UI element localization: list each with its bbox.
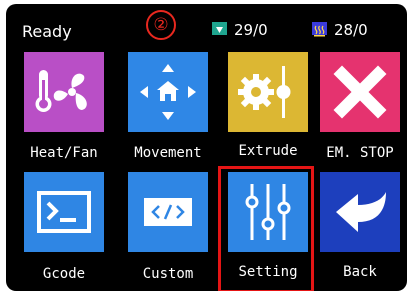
extruder-gear-icon bbox=[228, 52, 308, 132]
movement-button[interactable] bbox=[128, 52, 208, 132]
code-tag-icon bbox=[128, 172, 208, 252]
emergency-stop-button[interactable] bbox=[320, 52, 400, 132]
terminal-icon bbox=[24, 172, 104, 252]
status-bar: Ready ② 29/0 28/0 bbox=[6, 4, 407, 48]
close-x-icon bbox=[320, 52, 400, 132]
back-arrow-icon bbox=[320, 172, 400, 252]
back-button[interactable] bbox=[320, 172, 400, 252]
nozzle-temperature: 29/0 bbox=[234, 21, 268, 39]
heated-bed-icon bbox=[312, 22, 327, 37]
menu-label-back: Back bbox=[343, 264, 377, 280]
custom-button[interactable] bbox=[128, 172, 208, 252]
menu-label-movement: Movement bbox=[134, 145, 202, 161]
menu-label-em-stop: EM. STOP bbox=[326, 145, 394, 161]
bed-temperature: 28/0 bbox=[334, 21, 368, 39]
step-marker: ② bbox=[146, 10, 176, 40]
thermometer-fan-icon bbox=[24, 52, 104, 132]
menu-label-custom: Custom bbox=[142, 266, 194, 282]
nozzle-temperature-icon bbox=[212, 22, 227, 35]
setting-highlight-frame bbox=[218, 166, 314, 291]
gcode-button[interactable] bbox=[24, 172, 104, 252]
printer-status: Ready bbox=[22, 22, 72, 41]
menu-label-extrude: Extrude bbox=[238, 143, 298, 159]
extrude-button[interactable] bbox=[228, 52, 308, 132]
printer-touch-screen: Ready ② 29/0 28/0 Heat/Fan Movement Extr… bbox=[6, 4, 407, 291]
heat-fan-button[interactable] bbox=[24, 52, 104, 132]
menu-label-gcode: Gcode bbox=[42, 266, 86, 282]
menu-label-heat-fan: Heat/Fan bbox=[30, 145, 98, 161]
move-arrows-icon bbox=[128, 52, 208, 132]
